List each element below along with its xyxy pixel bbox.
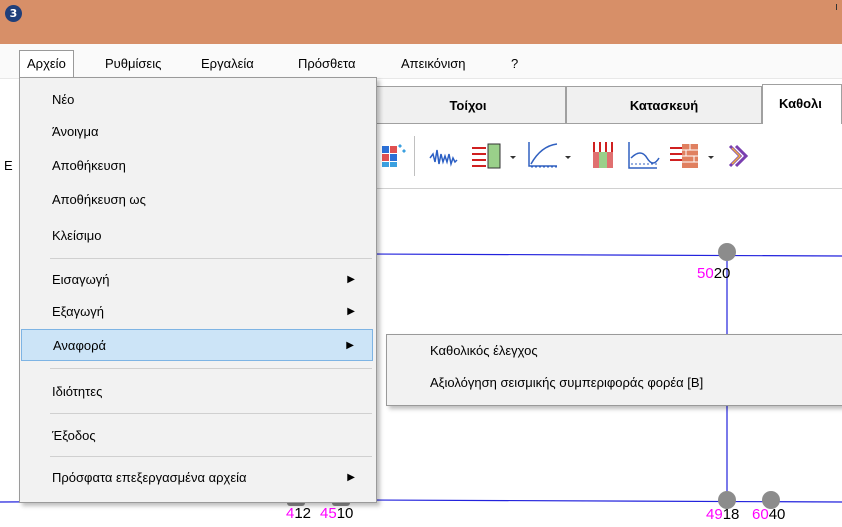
menu-item-label: Αποθήκευση ως (52, 192, 146, 207)
menu-item-export[interactable]: Εξαγωγή ▶ (21, 296, 373, 328)
column-load-icon[interactable] (588, 140, 618, 170)
submenu-arrow-icon: ▶ (347, 306, 355, 317)
menu-item-report[interactable]: Αναφορά ▶ (21, 329, 373, 361)
menu-item-properties[interactable]: Ιδιότητες (21, 376, 373, 408)
deflection-icon[interactable] (625, 140, 661, 170)
report-submenu: Καθολικός έλεγχος Αξιολόγηση σεισμικής σ… (386, 334, 842, 406)
menu-item-label: Εισαγωγή (52, 272, 110, 287)
title-bar: 3 (0, 0, 842, 44)
menu-item-label: Άνοιγμα (52, 124, 99, 139)
menu-item-save[interactable]: Αποθήκευση (21, 150, 373, 182)
app-icon[interactable]: 3 (5, 5, 22, 22)
menu-view[interactable]: Απεικόνιση (401, 53, 466, 75)
menu-separator (50, 456, 372, 457)
menu-item-label: Κλείσιμο (52, 228, 102, 243)
submenu-arrow-icon: ▶ (347, 472, 355, 483)
menu-bar: Αρχείο Ρυθμίσεις Εργαλεία Πρόσθετα Απεικ… (0, 44, 842, 79)
node-label: 5020 (697, 265, 731, 282)
wave-signal-icon[interactable] (428, 140, 460, 170)
menu-item-label: Έξοδος (52, 428, 96, 443)
menu-file[interactable]: Αρχείο (19, 50, 74, 78)
menu-item-exit[interactable]: Έξοδος (21, 420, 373, 452)
menu-item-label: Εξαγωγή (52, 304, 105, 319)
menu-item-label: Ιδιότητες (52, 384, 103, 399)
tab-walls[interactable]: Τοίχοι (370, 86, 566, 124)
wall-load-icon[interactable] (470, 140, 518, 170)
menu-item-close[interactable]: Κλείσιμο (21, 220, 373, 252)
node-label: 4510 (320, 505, 354, 522)
menu-help[interactable]: ? (511, 53, 518, 75)
masonry-load-icon[interactable] (668, 140, 718, 170)
menu-item-label: Αναφορά (53, 338, 107, 353)
menu-tools[interactable]: Εργαλεία (201, 53, 254, 75)
menu-item-label: Πρόσφατα επεξεργασμένα αρχεία (52, 470, 247, 485)
menu-addons[interactable]: Πρόσθετα (298, 53, 356, 75)
file-menu-dropdown: Νέο Άνοιγμα Αποθήκευση Αποθήκευση ως Κλε… (19, 77, 377, 503)
menu-item-save-as[interactable]: Αποθήκευση ως (21, 184, 373, 216)
submenu-item-seismic-assessment[interactable]: Αξιολόγηση σεισμικής συμπεριφοράς φορέα … (430, 375, 703, 390)
node-label: 412 (286, 505, 312, 522)
title-bar-edge-icon (836, 4, 837, 10)
menu-separator (50, 368, 372, 369)
node-label: 6040 (752, 506, 786, 523)
grid-block-icon[interactable] (378, 140, 408, 170)
menu-item-import[interactable]: Εισαγωγή ▶ (21, 264, 373, 296)
menu-separator (50, 258, 372, 259)
tab-construction[interactable]: Κατασκευή (566, 86, 762, 124)
menu-item-label: Νέο (52, 92, 75, 107)
toolbar-edge-letter: Ε (4, 158, 13, 173)
ribbon-toolbar (370, 128, 842, 189)
node-label: 4918 (706, 506, 740, 523)
submenu-arrow-icon: ▶ (346, 340, 354, 351)
submenu-item-global-check[interactable]: Καθολικός έλεγχος (430, 343, 538, 358)
menu-item-label: Αποθήκευση (52, 158, 126, 173)
menu-item-recent-files[interactable]: Πρόσφατα επεξεργασμένα αρχεία ▶ (21, 462, 373, 494)
submenu-arrow-icon: ▶ (347, 274, 355, 285)
next-arrow-icon[interactable] (724, 140, 754, 170)
menu-item-new[interactable]: Νέο (21, 84, 373, 116)
menu-settings[interactable]: Ρυθμίσεις (105, 53, 161, 75)
menu-separator (50, 413, 372, 414)
ribbon-tabs: Τοίχοι Κατασκευή Καθολι (370, 82, 842, 124)
curve-chart-icon[interactable] (525, 140, 573, 170)
toolbar-separator (414, 136, 415, 176)
menu-item-open[interactable]: Άνοιγμα (21, 116, 373, 148)
tab-global[interactable]: Καθολι (762, 84, 842, 124)
